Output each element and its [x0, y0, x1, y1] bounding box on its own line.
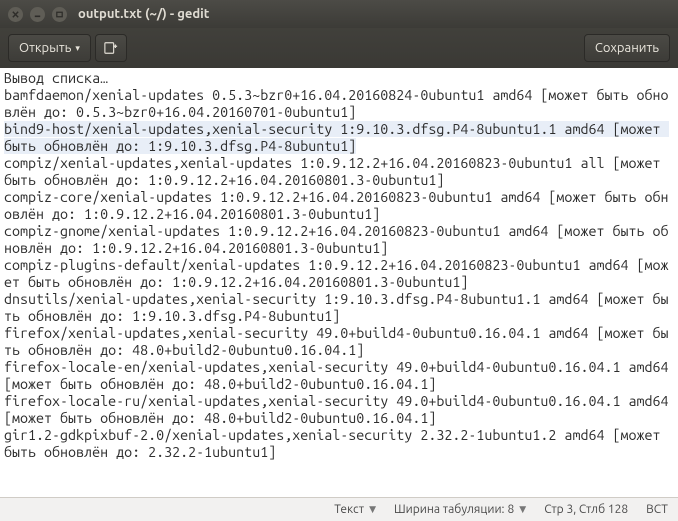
text-line: firefox-locale-en/xenial-updates,xenial-… — [4, 359, 677, 392]
chevron-down-icon: ▼ — [519, 504, 526, 515]
minimize-window-button[interactable] — [30, 7, 45, 22]
tab-width-selector[interactable]: Ширина табуляции: 8 ▼ — [394, 503, 526, 516]
text-line: compiz-gnome/xenial-updates 1:0.9.12.2+1… — [4, 223, 669, 256]
text-line: compiz/xenial-updates,xenial-updates 1:0… — [4, 155, 669, 188]
open-button[interactable]: Открыть ▾ — [8, 34, 91, 62]
text-line: dnsutils/xenial-updates,xenial-security … — [4, 291, 669, 324]
window-title: output.txt (~/) - gedit — [78, 7, 209, 21]
close-window-button[interactable] — [8, 7, 23, 22]
text-line-current: bind9-host/xenial-updates,xenial-securit… — [4, 121, 669, 154]
open-button-label: Открыть — [19, 41, 71, 55]
statusbar: Текст ▼ Ширина табуляции: 8 ▼ Стр 3, Стл… — [0, 497, 678, 521]
new-tab-icon — [104, 41, 118, 55]
text-editor-area[interactable]: Вывод списка… bamfdaemon/xenial-updates … — [0, 68, 678, 497]
text-line: bamfdaemon/xenial-updates 0.5.3~bzr0+16.… — [4, 87, 669, 120]
tab-width-label: Ширина табуляции: — [394, 503, 505, 516]
text-line: gir1.2-gdkpixbuf-2.0/xenial-updates,xeni… — [4, 427, 669, 460]
text-line: firefox/xenial-updates,xenial-security 4… — [4, 325, 669, 358]
insert-mode-indicator[interactable]: ВСТ — [646, 503, 668, 516]
toolbar: Открыть ▾ Сохранить — [0, 28, 678, 68]
save-button[interactable]: Сохранить — [584, 34, 670, 62]
chevron-down-icon: ▾ — [75, 43, 80, 54]
syntax-mode-label: Текст — [334, 503, 364, 516]
new-tab-button[interactable] — [95, 34, 127, 62]
cursor-position: Стр 3, Стлб 128 — [544, 503, 628, 516]
text-line: firefox-locale-ru/xenial-updates,xenial-… — [4, 393, 677, 426]
tab-width-value: 8 — [508, 503, 515, 516]
chevron-down-icon: ▼ — [369, 504, 376, 515]
maximize-window-button[interactable] — [52, 7, 67, 22]
titlebar: output.txt (~/) - gedit — [0, 0, 678, 28]
text-line: Вывод списка… — [4, 70, 108, 86]
syntax-mode-selector[interactable]: Текст ▼ — [334, 503, 376, 516]
save-button-label: Сохранить — [595, 41, 659, 55]
text-line: compiz-core/xenial-updates 1:0.9.12.2+16… — [4, 189, 669, 222]
text-line: compiz-plugins-default/xenial-updates 1:… — [4, 257, 669, 290]
